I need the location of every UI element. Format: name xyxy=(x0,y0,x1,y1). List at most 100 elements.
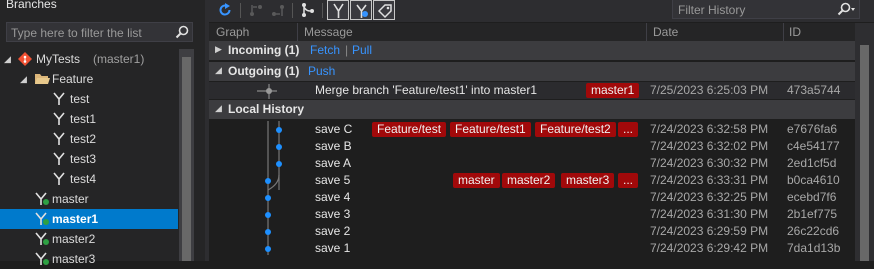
branch-tree-item[interactable]: test xyxy=(0,89,178,109)
filter-history-input[interactable]: Filter History xyxy=(672,0,860,19)
search-icon[interactable] xyxy=(837,2,855,19)
commit-message: save 5 xyxy=(315,173,351,187)
commit-message: save C xyxy=(315,122,353,136)
commit-row[interactable]: save B 7/24/2023 6:32:02 PM c4e54177 xyxy=(209,138,855,155)
branch-icon xyxy=(52,112,66,126)
filter-history-placeholder: Filter History xyxy=(678,3,746,17)
more-tags-badge[interactable]: ... xyxy=(618,122,639,137)
branch-icon xyxy=(52,132,66,146)
branch-label: master xyxy=(52,192,89,206)
branches-panel: Branches Type here to filter the list ◢ M… xyxy=(0,0,205,266)
branch-local-icon xyxy=(34,212,50,226)
branch-tree-item[interactable]: test4 xyxy=(0,169,178,189)
show-local-branches-icon[interactable] xyxy=(350,0,372,20)
scrollbar-thumb[interactable] xyxy=(860,45,869,261)
branch-tree-item[interactable]: test3 xyxy=(0,149,178,169)
branch-tree-item[interactable]: test1 xyxy=(0,109,178,129)
go-to-child-icon[interactable] xyxy=(245,0,267,20)
column-header: Graph Message Date ID xyxy=(209,23,855,41)
branch-tree-item[interactable]: master2 xyxy=(0,229,178,249)
commit-date: 7/25/2023 6:25:03 PM xyxy=(650,83,769,97)
branch-label: test3 xyxy=(70,152,97,166)
branch-label: master1 xyxy=(52,212,99,226)
commit-id: b0ca4610 xyxy=(787,173,840,187)
commit-message: save A xyxy=(315,156,352,170)
commit-row[interactable]: save C Feature/test Feature/test1 Feature/t… xyxy=(209,121,855,138)
fetch-link[interactable]: Fetch xyxy=(310,43,340,57)
commit-message: save B xyxy=(315,139,352,153)
refresh-icon[interactable] xyxy=(214,0,236,20)
branch-tag[interactable]: master xyxy=(453,173,500,188)
outgoing-section[interactable]: ◢ Outgoing (1) Push xyxy=(209,62,855,81)
history-scrollbar[interactable] xyxy=(855,23,874,261)
branch-tree-item[interactable]: ◢ MyTests (master1) xyxy=(0,49,178,69)
branch-label: test2 xyxy=(70,132,97,146)
expanded-arrow-icon[interactable]: ◢ xyxy=(215,65,222,76)
link-separator: | xyxy=(345,43,349,57)
column-graph[interactable]: Graph xyxy=(216,25,249,39)
commit-id: 2ed1cf5d xyxy=(787,156,837,170)
local-history-section[interactable]: ◢ Local History xyxy=(209,100,855,119)
branch-tag[interactable]: Feature/test xyxy=(372,122,447,137)
pull-link[interactable]: Pull xyxy=(352,43,372,57)
outgoing-title: Outgoing (1) xyxy=(228,64,300,78)
graph-line-icon[interactable] xyxy=(297,0,319,20)
commit-id: e7676fa6 xyxy=(787,122,838,136)
commit-row[interactable]: save 3 7/24/2023 6:31:30 PM 2b1ef775 xyxy=(209,206,855,223)
column-message[interactable]: Message xyxy=(304,25,353,39)
incoming-section[interactable]: ▶ Incoming (1) Fetch | Pull xyxy=(209,41,855,60)
go-to-parent-icon[interactable] xyxy=(267,0,289,20)
branch-label: Feature xyxy=(52,72,94,86)
show-tags-icon[interactable] xyxy=(373,0,395,20)
branch-tag[interactable]: master1 xyxy=(586,83,640,98)
git-repo-icon xyxy=(18,52,32,66)
branch-icon xyxy=(52,92,66,106)
column-date[interactable]: Date xyxy=(653,25,678,39)
branch-icon xyxy=(52,152,66,166)
commit-row[interactable]: save 5 master master2 master3... 7/24/2023 6… xyxy=(209,172,855,189)
more-tags-badge[interactable]: ... xyxy=(618,173,639,188)
branch-tag[interactable]: master3 xyxy=(561,173,615,188)
show-remote-branches-icon[interactable] xyxy=(327,0,349,20)
commit-id: 473a5744 xyxy=(787,83,841,97)
commit-row[interactable]: save A 7/24/2023 6:30:32 PM 2ed1cf5d xyxy=(209,155,855,172)
branch-filter-placeholder: Type here to filter the list xyxy=(11,26,142,40)
commit-id: ecebd7f6 xyxy=(787,190,837,204)
branch-local-icon xyxy=(34,192,50,206)
branch-tag[interactable]: Feature/test1 xyxy=(450,122,531,137)
commit-id: 26c22cd6 xyxy=(787,224,840,238)
branch-label: MyTests xyxy=(36,52,81,66)
branch-tree-item[interactable]: master1 xyxy=(0,209,178,229)
commit-row-outgoing[interactable]: Merge branch 'Feature/test1' into master… xyxy=(209,82,855,99)
commit-date: 7/24/2023 6:31:30 PM xyxy=(650,207,769,221)
commit-row[interactable]: save 4 7/24/2023 6:32:25 PM ecebd7f6 xyxy=(209,189,855,206)
branches-scrollbar[interactable] xyxy=(179,49,194,261)
branch-tag[interactable]: Feature/test2 xyxy=(535,122,616,137)
commit-message: Merge branch 'Feature/test1' into master… xyxy=(315,83,538,97)
branch-label: master3 xyxy=(52,252,96,266)
branch-local-icon xyxy=(34,252,50,266)
branch-tree-item[interactable]: master3 xyxy=(0,249,178,269)
push-link[interactable]: Push xyxy=(308,64,335,78)
branch-tree-item[interactable]: master xyxy=(0,189,178,209)
commit-date: 7/24/2023 6:32:02 PM xyxy=(650,139,769,153)
column-id[interactable]: ID xyxy=(789,25,801,39)
scrollbar-thumb[interactable] xyxy=(182,57,191,261)
search-icon[interactable] xyxy=(175,25,189,42)
branch-label: test xyxy=(70,92,90,106)
expanded-arrow-icon[interactable]: ◢ xyxy=(4,49,11,69)
branch-tree-item[interactable]: test2 xyxy=(0,129,178,149)
commit-date: 7/24/2023 6:29:42 PM xyxy=(650,241,769,255)
commit-row[interactable]: save 2 7/24/2023 6:29:59 PM 26c22cd6 xyxy=(209,223,855,240)
expanded-arrow-icon[interactable]: ◢ xyxy=(20,69,27,89)
commit-date: 7/24/2023 6:30:32 PM xyxy=(650,156,769,170)
branch-tree-item[interactable]: ◢ Feature xyxy=(0,69,178,89)
commit-message: save 2 xyxy=(315,224,351,238)
expanded-arrow-icon[interactable]: ◢ xyxy=(215,103,222,114)
collapsed-arrow-icon[interactable]: ▶ xyxy=(215,44,222,55)
commit-row[interactable]: save 1 7/24/2023 6:29:42 PM 7da1d13b xyxy=(209,240,855,257)
branch-tag[interactable]: master2 xyxy=(502,173,556,188)
branch-filter-input[interactable]: Type here to filter the list xyxy=(6,22,193,42)
commit-message: save 4 xyxy=(315,190,351,204)
branch-local-icon xyxy=(34,232,50,246)
